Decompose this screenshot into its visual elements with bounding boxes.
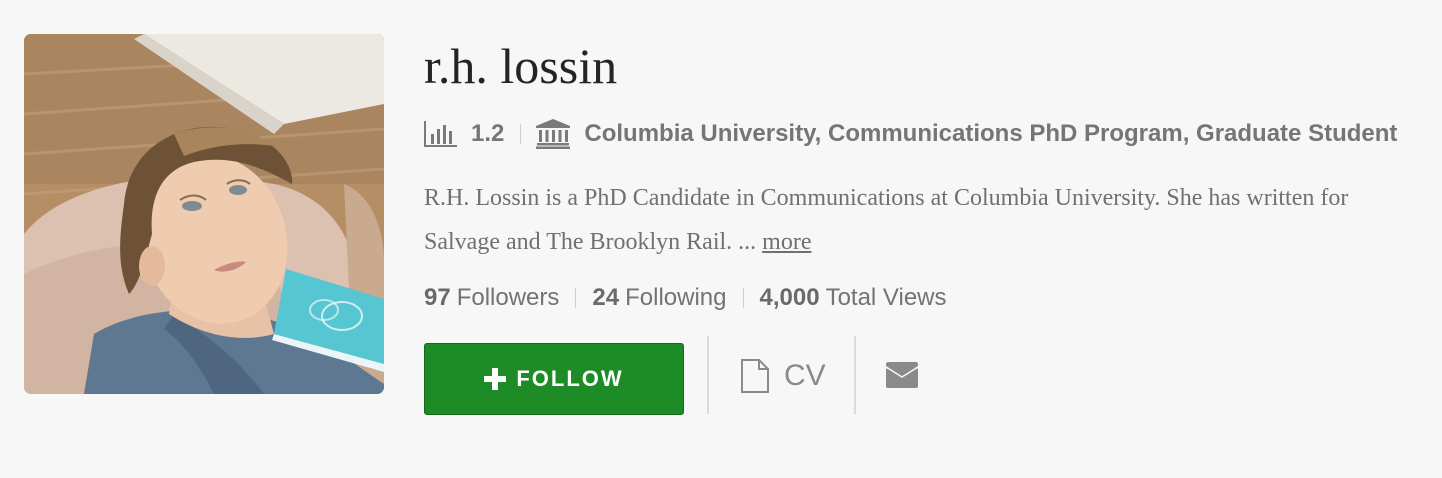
- institution-icon: [536, 119, 571, 149]
- following-count[interactable]: 24: [592, 284, 619, 312]
- divider: [707, 336, 709, 414]
- views-count: 4,000: [759, 284, 820, 311]
- profile-bio: R.H. Lossin is a PhD Candidate in Commun…: [424, 176, 1442, 264]
- followers-label[interactable]: Followers: [457, 284, 560, 312]
- profile-name: r.h. lossin: [424, 38, 618, 94]
- divider: [520, 124, 522, 144]
- following-label[interactable]: Following: [625, 284, 726, 312]
- profile-photo: [24, 34, 384, 394]
- cv-button[interactable]: CV: [740, 352, 826, 400]
- bio-more-link[interactable]: more: [762, 229, 811, 255]
- bar-chart-icon: [424, 121, 458, 147]
- plus-icon: [484, 368, 507, 390]
- profile-stats: 97 Followers 24 Following 4,000 Total Vi…: [424, 281, 947, 315]
- bio-line: R.H. Lossin is a PhD Candidate in Commun…: [424, 185, 1349, 211]
- followers-count[interactable]: 97: [424, 284, 451, 312]
- profile-meta: 1.2 Columbia University, Communications …: [424, 116, 1397, 152]
- author-score: 1.2: [471, 120, 505, 147]
- divider: [742, 288, 744, 308]
- envelope-icon: [885, 362, 919, 393]
- affiliation-link[interactable]: Columbia University, Communications PhD …: [584, 120, 1397, 148]
- document-icon: [740, 359, 770, 393]
- follow-button[interactable]: FOLLOW: [424, 343, 684, 415]
- follow-label: FOLLOW: [516, 366, 624, 391]
- bio-text: Salvage and The Brooklyn Rail. ...: [424, 229, 763, 255]
- views-label: Total Views: [825, 284, 947, 311]
- message-button[interactable]: [885, 362, 919, 393]
- profile-info: r.h. lossin 1.2 Columbia University, Com…: [424, 0, 1442, 478]
- divider: [575, 288, 577, 308]
- cv-label: CV: [784, 359, 826, 392]
- divider: [854, 336, 856, 414]
- bio-line-2: Salvage and The Brooklyn Rail. ... more: [424, 220, 1442, 264]
